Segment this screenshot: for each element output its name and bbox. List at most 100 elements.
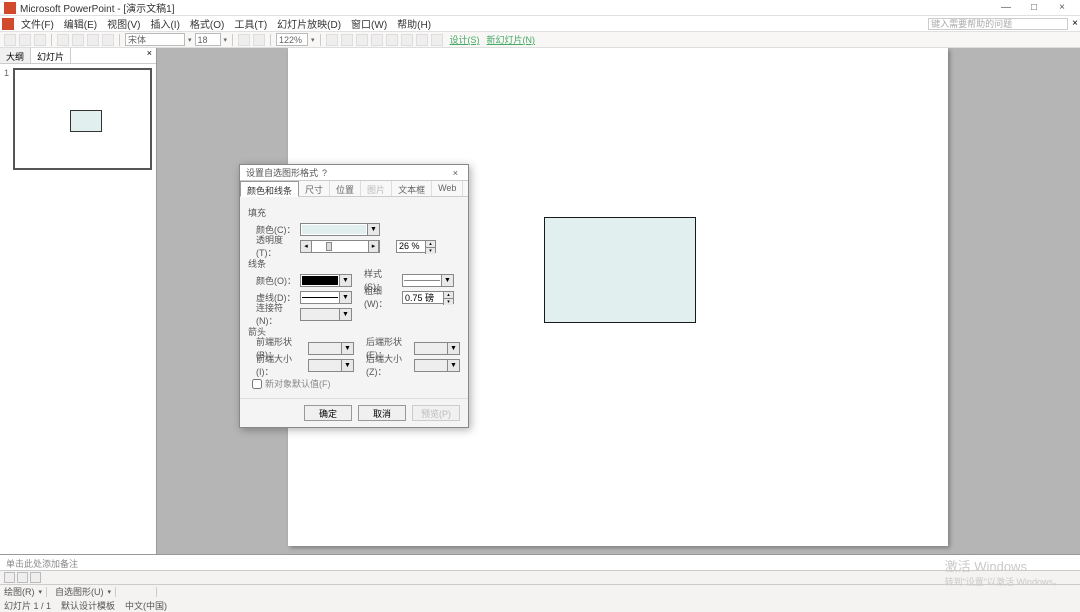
- tab-textbox[interactable]: 文本框: [392, 181, 432, 196]
- copy-icon[interactable]: [87, 34, 99, 46]
- sidebar-close-button[interactable]: ×: [143, 48, 156, 63]
- menu-slideshow[interactable]: 幻灯片放映(D): [272, 16, 346, 31]
- thumb-shape: [70, 110, 102, 132]
- chevron-down-icon: ▼: [441, 275, 453, 286]
- draw-menu[interactable]: 绘图(R): [4, 585, 35, 598]
- spin-down-icon[interactable]: ▾: [443, 299, 453, 305]
- connector-combo[interactable]: ▼: [300, 308, 352, 321]
- minimize-button[interactable]: —: [992, 1, 1020, 15]
- autoshape-menu[interactable]: 自选图形(U): [55, 585, 104, 598]
- tb-icon[interactable]: [371, 34, 383, 46]
- preview-button: 预览(P): [412, 405, 460, 421]
- font-size-combo[interactable]: 18: [195, 33, 221, 46]
- menu-help[interactable]: 帮助(H): [392, 16, 436, 31]
- menu-insert[interactable]: 插入(I): [145, 16, 184, 31]
- default-checkbox[interactable]: [252, 379, 262, 389]
- italic-icon[interactable]: [253, 34, 265, 46]
- spin-up-icon[interactable]: ▴: [443, 292, 453, 299]
- dash-preview: [302, 293, 338, 302]
- language-label: 中文(中国): [125, 599, 167, 612]
- print-icon[interactable]: [57, 34, 69, 46]
- label-transparency: 透明度(T)：: [248, 233, 296, 259]
- tb-icon[interactable]: [416, 34, 428, 46]
- doc-close-button[interactable]: ×: [1072, 18, 1078, 29]
- paste-icon[interactable]: [102, 34, 114, 46]
- end-style-combo[interactable]: ▼: [414, 342, 460, 355]
- maximize-button[interactable]: □: [1020, 1, 1048, 15]
- menu-file[interactable]: 文件(F): [16, 16, 59, 31]
- tab-slides[interactable]: 幻灯片: [31, 48, 71, 63]
- chevron-down-icon: ▼: [339, 309, 351, 320]
- cut-icon[interactable]: [72, 34, 84, 46]
- ok-button[interactable]: 确定: [304, 405, 352, 421]
- spin-up-icon[interactable]: ▴: [425, 241, 435, 248]
- slider-right-icon[interactable]: ▸: [368, 241, 379, 252]
- menu-tools[interactable]: 工具(T): [229, 16, 272, 31]
- slider-left-icon[interactable]: ◂: [301, 241, 312, 252]
- section-fill: 填充: [248, 206, 460, 219]
- default-checkbox-row[interactable]: 新对象默认值(F): [252, 377, 460, 390]
- sorter-view-icon[interactable]: [17, 572, 28, 583]
- menu-edit[interactable]: 编辑(E): [59, 16, 102, 31]
- sidebar-tabs: 大纲 幻灯片 ×: [0, 48, 156, 64]
- dialog-help-button[interactable]: ?: [318, 168, 331, 178]
- new-icon[interactable]: [4, 34, 16, 46]
- line-color-swatch: [302, 276, 338, 285]
- tb-icon[interactable]: [401, 34, 413, 46]
- tb-icon[interactable]: [341, 34, 353, 46]
- cancel-button[interactable]: 取消: [358, 405, 406, 421]
- line-color-combo[interactable]: ▼: [300, 274, 352, 287]
- dialog-title: 设置自选图形格式: [246, 166, 318, 179]
- tab-web[interactable]: Web: [432, 181, 463, 196]
- slider-thumb[interactable]: [326, 242, 332, 251]
- label-begin-size: 前端大小(I)：: [248, 352, 304, 378]
- new-slide-link[interactable]: 新幻灯片(N): [487, 33, 536, 46]
- design-template-label: 默认设计模板: [61, 599, 115, 612]
- fill-color-combo[interactable]: ▼: [300, 223, 380, 236]
- open-icon[interactable]: [19, 34, 31, 46]
- end-size-combo[interactable]: ▼: [414, 359, 460, 372]
- slideshow-view-icon[interactable]: [30, 572, 41, 583]
- menu-format[interactable]: 格式(O): [185, 16, 229, 31]
- spin-down-icon[interactable]: ▾: [425, 248, 435, 254]
- menu-window[interactable]: 窗口(W): [346, 16, 392, 31]
- normal-view-icon[interactable]: [4, 572, 15, 583]
- title-bar: Microsoft PowerPoint - [演示文稿1] — □ ×: [0, 0, 1080, 16]
- dialog-close-button[interactable]: ×: [449, 168, 462, 178]
- tb-icon[interactable]: [326, 34, 338, 46]
- close-button[interactable]: ×: [1048, 1, 1076, 15]
- tb-icon[interactable]: [431, 34, 443, 46]
- tab-size[interactable]: 尺寸: [299, 181, 330, 196]
- chevron-down-icon: ▼: [339, 292, 351, 303]
- drawing-toolbar: 绘图(R) ▾ 自选图形(U) ▾: [0, 584, 1080, 598]
- view-buttons-bar: [0, 570, 1080, 584]
- tab-position[interactable]: 位置: [330, 181, 361, 196]
- weight-spinner[interactable]: 0.75 磅 ▴▾: [402, 291, 454, 304]
- tb-icon[interactable]: [386, 34, 398, 46]
- transparency-slider[interactable]: ◂ ▸: [300, 240, 380, 253]
- design-link[interactable]: 设计(S): [450, 33, 480, 46]
- transparency-spinner[interactable]: 26 % ▴▾: [396, 240, 436, 253]
- save-icon[interactable]: [34, 34, 46, 46]
- slide-panel: 大纲 幻灯片 × 1: [0, 48, 157, 554]
- dash-combo[interactable]: ▼: [300, 291, 352, 304]
- slide-thumbnail[interactable]: [13, 68, 152, 170]
- zoom-combo[interactable]: 122%: [276, 33, 308, 46]
- dialog-titlebar[interactable]: 设置自选图形格式 ? ×: [240, 165, 468, 181]
- help-search-input[interactable]: 键入需要帮助的问题: [928, 18, 1068, 30]
- tab-outline[interactable]: 大纲: [0, 48, 31, 63]
- rectangle-shape[interactable]: [544, 217, 696, 323]
- tab-color-line[interactable]: 颜色和线条: [240, 181, 299, 197]
- line-style-combo[interactable]: ▼: [402, 274, 454, 287]
- menu-bar: 文件(F) 编辑(E) 视图(V) 插入(I) 格式(O) 工具(T) 幻灯片放…: [0, 16, 1080, 32]
- tb-icon[interactable]: [356, 34, 368, 46]
- font-combo[interactable]: 宋体: [125, 33, 185, 46]
- menu-view[interactable]: 视图(V): [102, 16, 145, 31]
- notes-pane[interactable]: 单击此处添加备注: [0, 554, 1080, 570]
- begin-style-combo[interactable]: ▼: [308, 342, 354, 355]
- begin-size-combo[interactable]: ▼: [308, 359, 354, 372]
- label-connector: 连接符(N)：: [248, 301, 296, 327]
- bold-icon[interactable]: [238, 34, 250, 46]
- label-line-color: 颜色(O)：: [248, 274, 296, 287]
- chevron-down-icon: ▼: [447, 343, 459, 354]
